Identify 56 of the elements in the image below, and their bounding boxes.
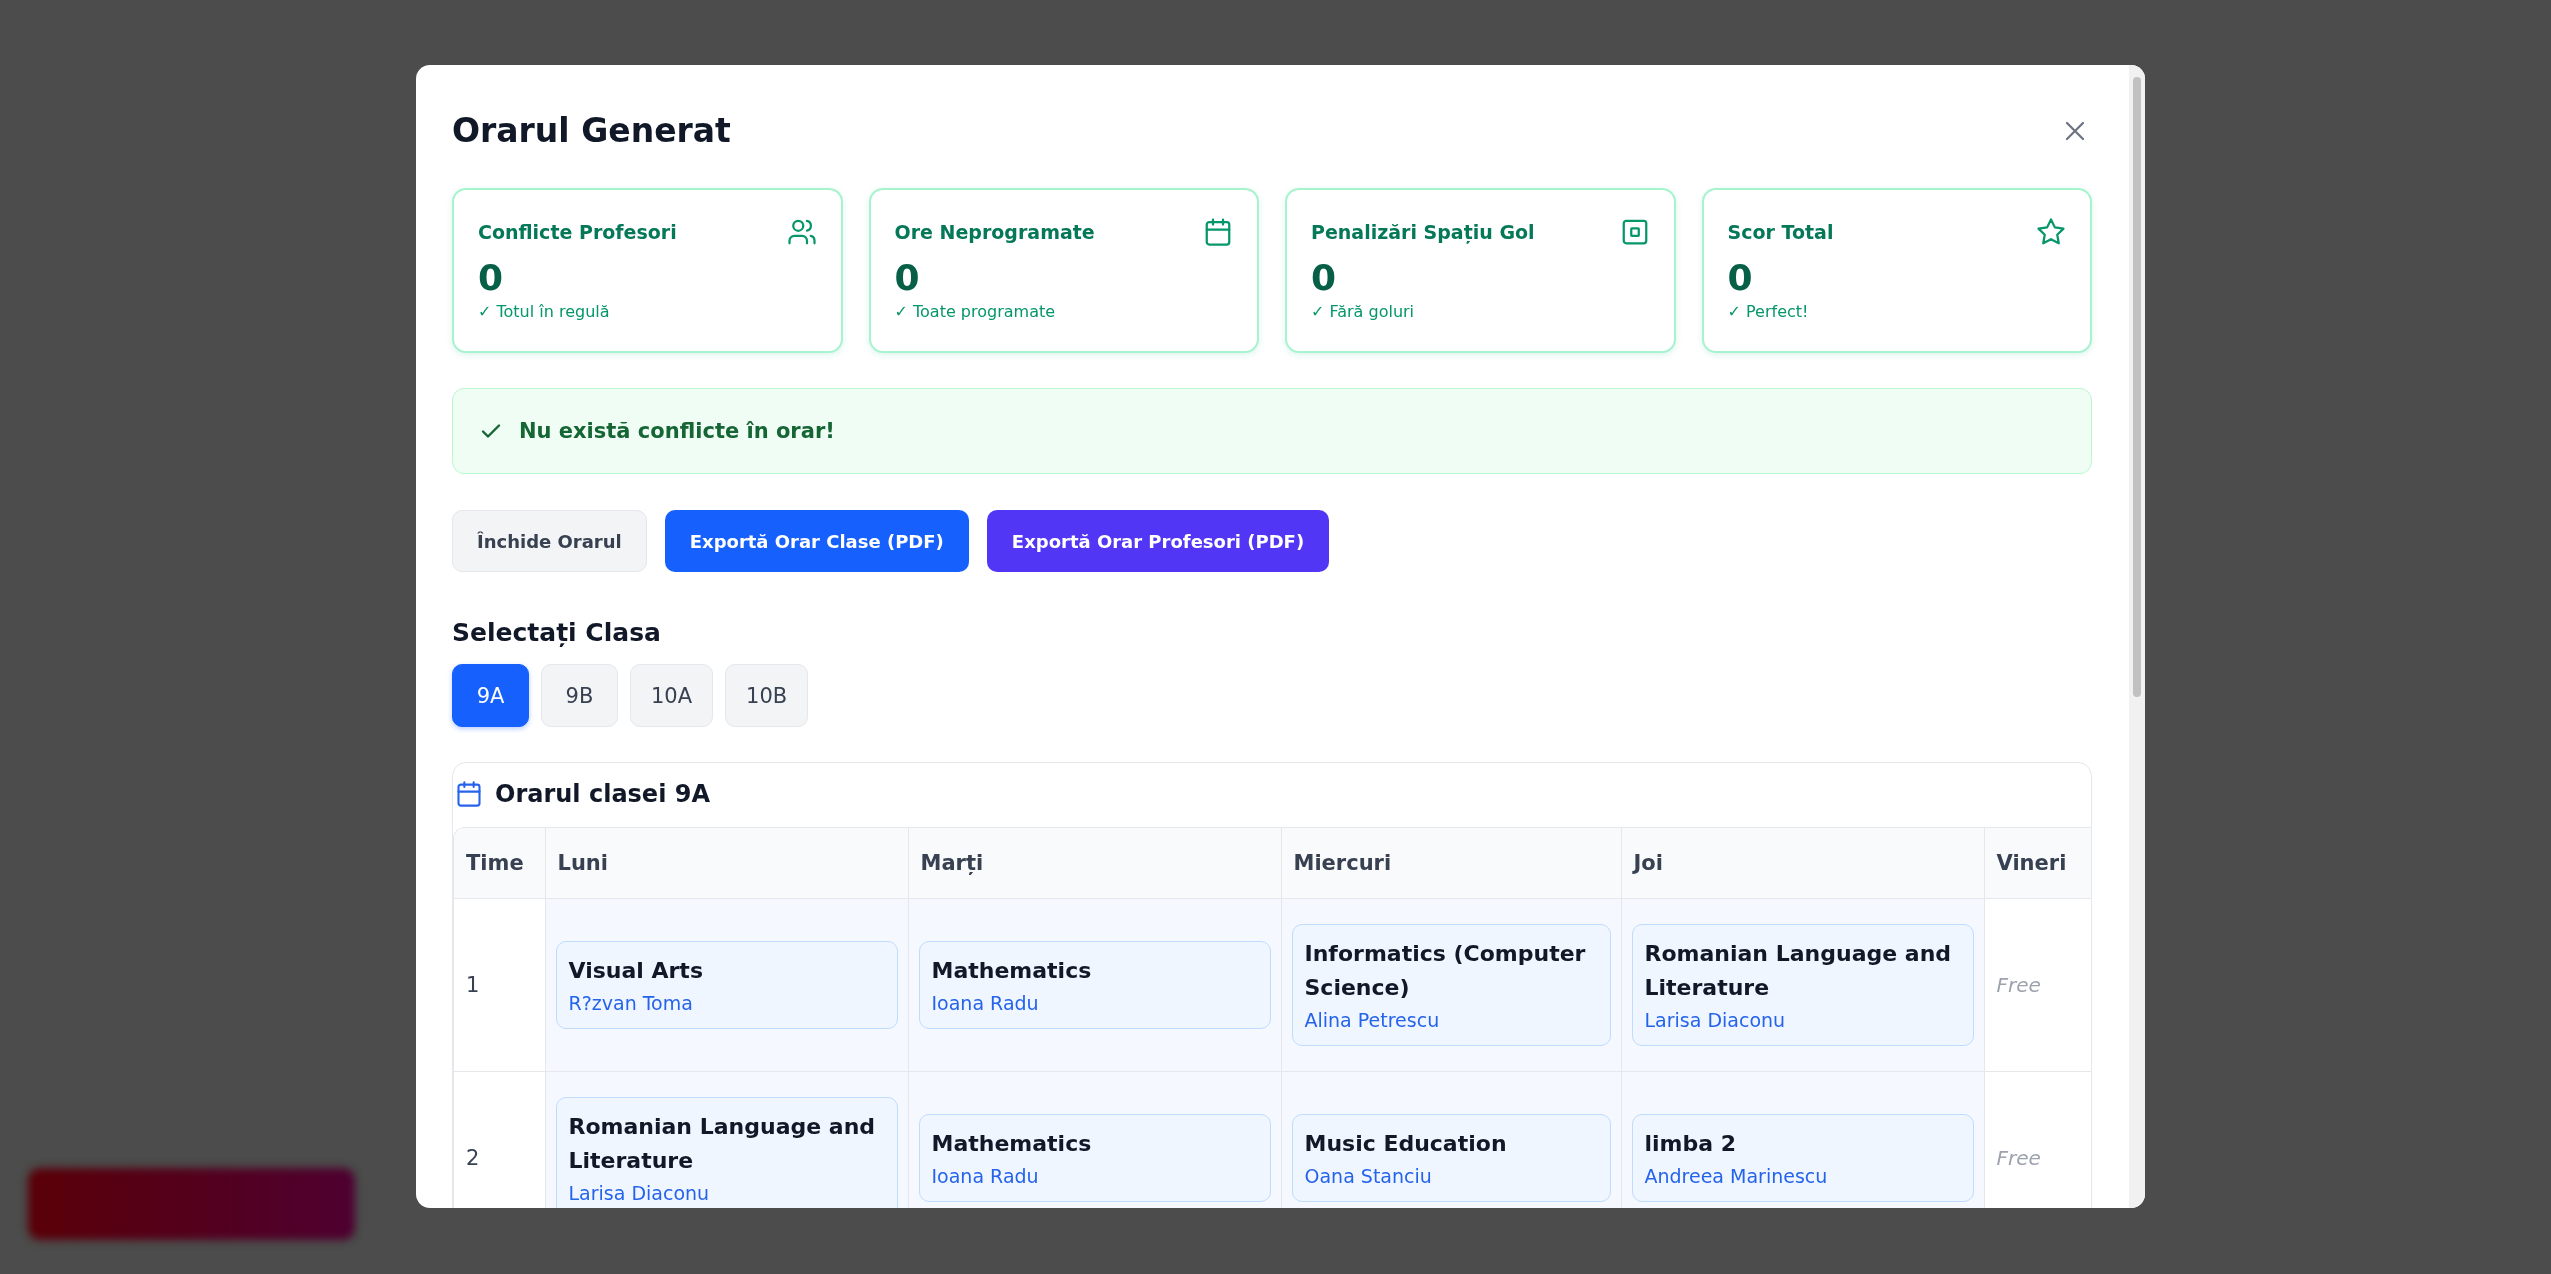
stat-label: Ore Neprogramate bbox=[894, 221, 1095, 243]
calendar-icon bbox=[455, 780, 483, 808]
stat-label: Penalizări Spațiu Gol bbox=[1311, 221, 1535, 243]
stat-label: Scor Total bbox=[1727, 221, 1834, 243]
subject-name: Music Education bbox=[1304, 1130, 1508, 1158]
class-tab[interactable]: 9B bbox=[541, 664, 618, 727]
column-header: Time bbox=[454, 828, 545, 899]
section-heading: Selectați Clasa bbox=[452, 617, 662, 649]
stat-note: ✓ Toate programate bbox=[894, 302, 1057, 321]
stat-note: ✓ Fără goluri bbox=[1311, 302, 1416, 321]
calendar-icon bbox=[1203, 217, 1233, 247]
subject-name: Mathematics bbox=[931, 957, 1093, 985]
class-tab[interactable]: 9A bbox=[452, 664, 529, 727]
modal-title: Orarul Generat bbox=[452, 110, 731, 152]
column-header: Marți bbox=[908, 828, 1281, 899]
subject-name: limba 2 bbox=[1644, 1130, 1738, 1158]
stat-note: ✓ Perfect! bbox=[1727, 302, 1810, 321]
subject-name: Romanian Language and Literature bbox=[568, 1113, 877, 1175]
stat-value: 0 bbox=[1311, 256, 1338, 300]
export-button[interactable]: Exportă Orar Profesori (PDF) bbox=[986, 510, 1330, 572]
timetable-title: Orarul clasei 9A bbox=[495, 780, 710, 808]
free-label: Free bbox=[1996, 973, 2041, 997]
free-label: Free bbox=[1996, 1146, 2041, 1170]
teacher-name: Andreea Marinescu bbox=[1644, 1164, 1829, 1189]
stat-label: Conflicte Profesori bbox=[478, 221, 677, 243]
stat-value: 0 bbox=[894, 256, 921, 300]
users-icon bbox=[786, 217, 817, 247]
close-schedule-button[interactable]: Închide Orarul bbox=[452, 510, 647, 572]
star-icon bbox=[2036, 217, 2066, 247]
scrollbar[interactable] bbox=[2129, 65, 2145, 1208]
class-tab[interactable]: 10A bbox=[630, 664, 714, 727]
teacher-name: Ioana Radu bbox=[931, 1164, 1040, 1189]
close-icon bbox=[2064, 119, 2086, 142]
stat-value: 0 bbox=[1727, 256, 1754, 300]
column-header: Miercuri bbox=[1281, 828, 1621, 899]
alert-text: Nu există conflicte în orar! bbox=[519, 419, 835, 443]
column-header: Vineri bbox=[1984, 828, 2091, 899]
stat-note: ✓ Totul în regulă bbox=[478, 302, 611, 321]
teacher-name: R?zvan Toma bbox=[568, 991, 694, 1016]
subject-name: Informatics (Computer Science) bbox=[1304, 940, 1587, 1002]
teacher-name: Oana Stanciu bbox=[1304, 1164, 1433, 1189]
column-header: Luni bbox=[545, 828, 908, 899]
time-cell: 1 bbox=[454, 898, 545, 1072]
scrollbar-thumb[interactable] bbox=[2133, 77, 2141, 697]
column-header: Joi bbox=[1621, 828, 1984, 899]
teacher-name: Ioana Radu bbox=[931, 991, 1040, 1016]
export-button[interactable]: Exportă Orar Clase (PDF) bbox=[664, 510, 969, 572]
stat-value: 0 bbox=[478, 256, 505, 300]
teacher-name: Larisa Diaconu bbox=[568, 1181, 711, 1206]
subject-name: Romanian Language and Literature bbox=[1644, 940, 1953, 1002]
class-tab[interactable]: 10B bbox=[725, 664, 809, 727]
teacher-name: Alina Petrescu bbox=[1304, 1008, 1441, 1033]
subject-name: Mathematics bbox=[931, 1130, 1093, 1158]
teacher-name: Larisa Diaconu bbox=[1644, 1008, 1787, 1033]
time-cell: 2 bbox=[454, 1071, 545, 1208]
subject-name: Visual Arts bbox=[568, 957, 704, 985]
